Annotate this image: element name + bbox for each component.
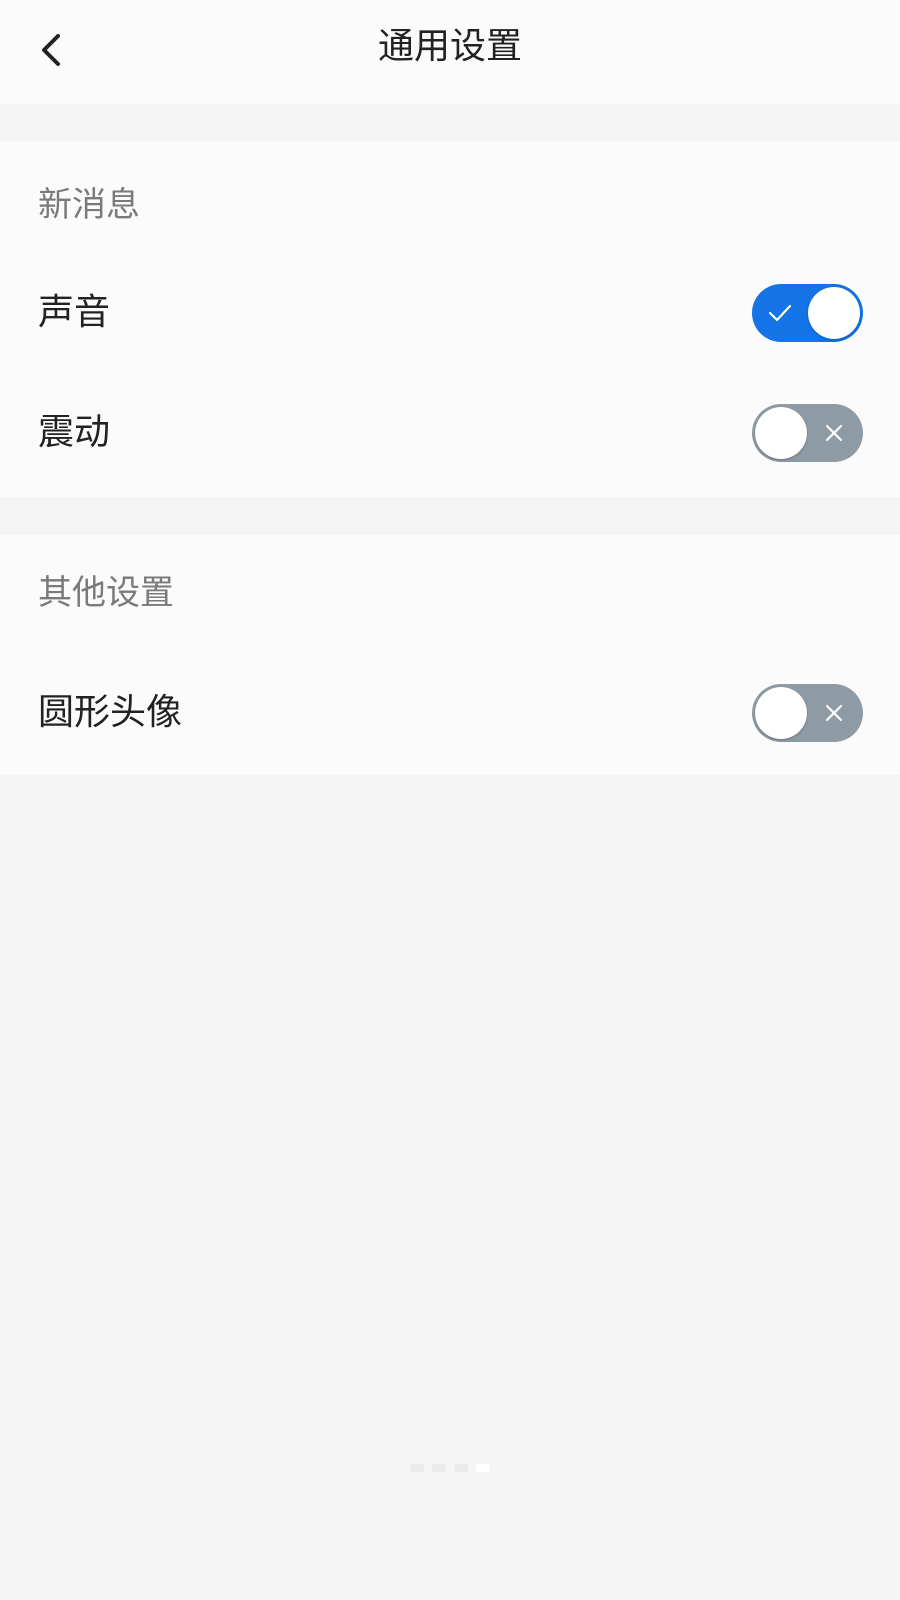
- round-avatar-toggle[interactable]: [752, 684, 863, 742]
- check-icon: [768, 304, 792, 322]
- close-icon: [825, 704, 843, 722]
- page-indicator: [395, 1462, 505, 1474]
- page-dot: [410, 1464, 424, 1472]
- sound-toggle[interactable]: [752, 284, 863, 342]
- section-other-settings: 其他设置 圆形头像: [0, 535, 900, 775]
- section-title-new-message: 新消息: [38, 185, 140, 225]
- page-dot-active: [476, 1464, 490, 1472]
- setting-label-vibration: 震动: [38, 412, 111, 453]
- setting-row-sound[interactable]: 声音: [0, 263, 900, 363]
- setting-row-vibration[interactable]: 震动: [0, 383, 900, 483]
- vibration-toggle[interactable]: [752, 404, 863, 462]
- setting-label-round-avatar: 圆形头像: [38, 692, 183, 733]
- toggle-knob: [808, 287, 860, 339]
- page-title: 通用设置: [377, 26, 522, 67]
- section-new-message: 新消息 声音 震动: [0, 141, 900, 497]
- page-dot: [454, 1464, 468, 1472]
- toggle-knob: [755, 407, 807, 459]
- setting-label-sound: 声音: [38, 292, 111, 333]
- section-title-other-settings: 其他设置: [38, 573, 174, 613]
- setting-row-round-avatar[interactable]: 圆形头像: [0, 663, 900, 763]
- top-bar: 通用设置: [0, 0, 900, 104]
- page-dot: [432, 1464, 446, 1472]
- close-icon: [825, 424, 843, 442]
- toggle-knob: [755, 687, 807, 739]
